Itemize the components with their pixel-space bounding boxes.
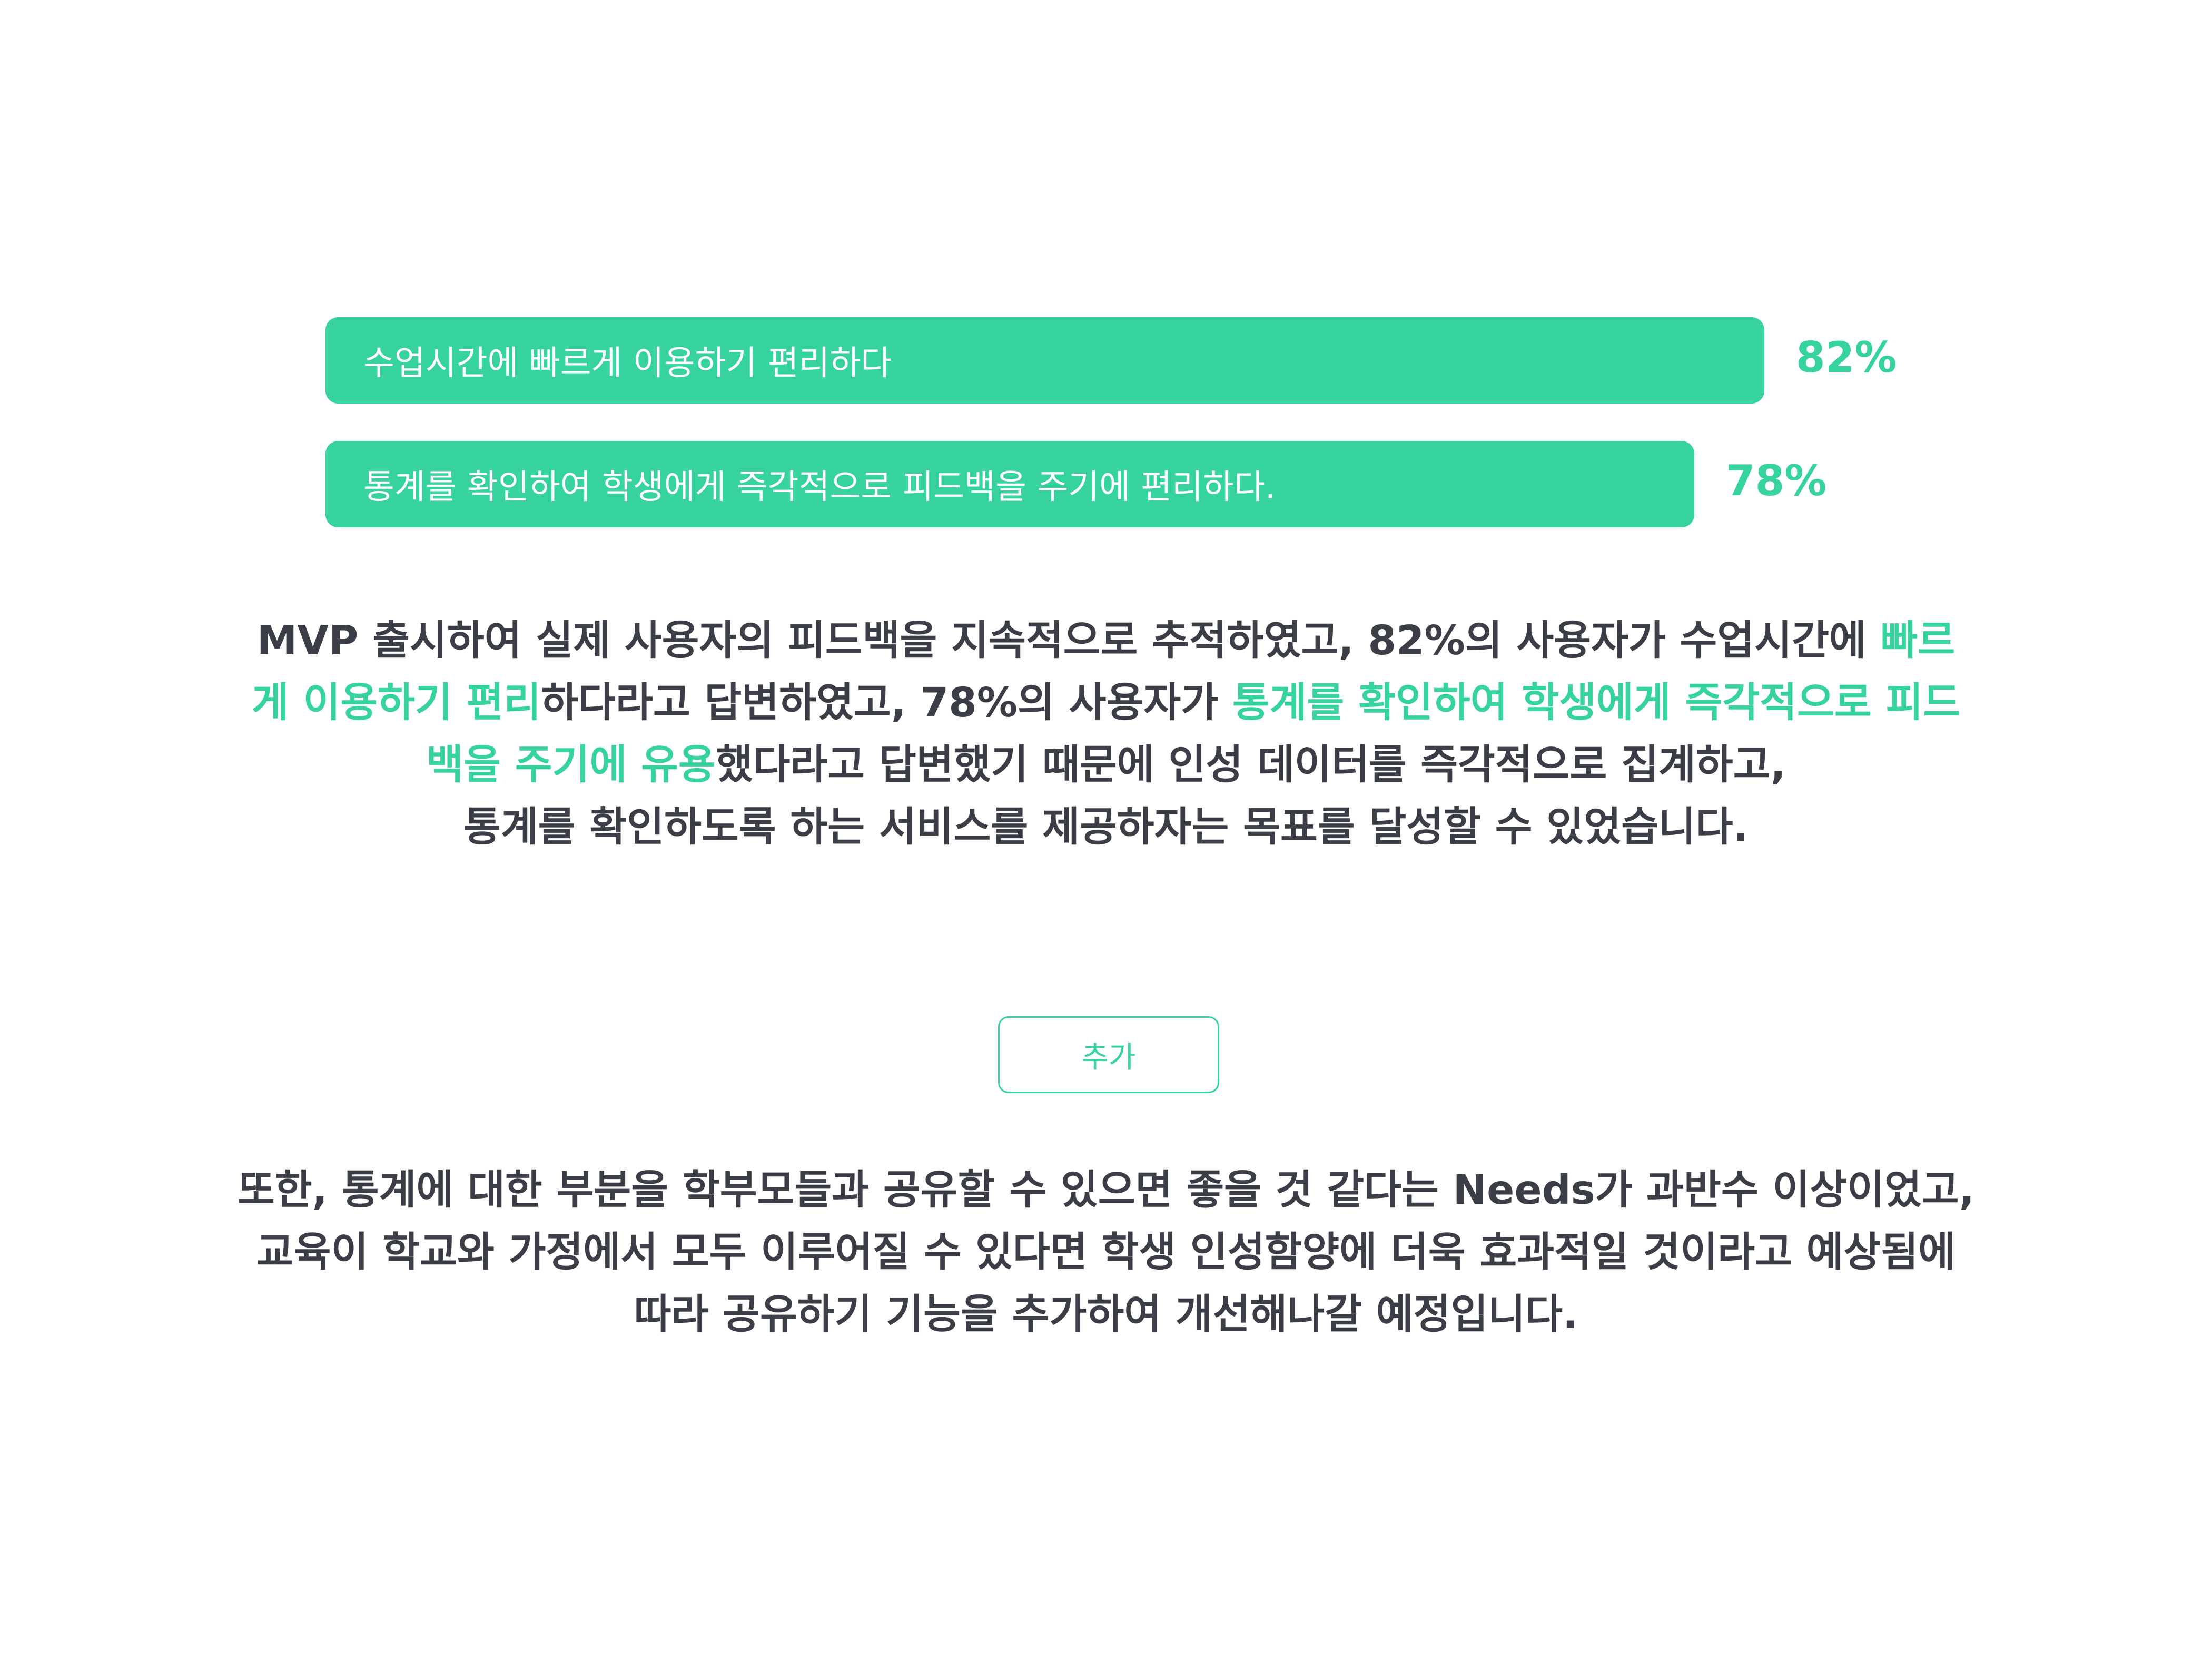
stat-bar-1-label: 수업시간에 빠르게 이용하기 편리하다: [363, 344, 892, 383]
add-button[interactable]: 추가: [998, 1016, 1219, 1093]
summary-line: 통계를 확인하도록 하는 서비스를 제공하자는 목표를 달성할 수 있었습니다.: [158, 797, 2054, 859]
body-text: 통계를 확인하도록 하는 서비스를 제공하자는 목표를 달성할 수 있었습니다.: [463, 804, 1749, 851]
followup-line: 교육이 학교와 가정에서 모두 이루어질 수 있다면 학생 인성함양에 더욱 효…: [256, 1229, 1956, 1276]
followup-line: 또한, 통계에 대한 부분을 학부모들과 공유할 수 있으면 좋을 것 같다는 …: [238, 1167, 1974, 1214]
summary-paragraph: MVP 출시하여 실제 사용자의 피드백을 지속적으로 추적하였고, 82%의 …: [158, 610, 2054, 859]
stat-bar-1: 수업시간에 빠르게 이용하기 편리하다: [325, 317, 1764, 404]
highlight-text: 빠르: [1880, 617, 1956, 664]
highlight-text: 통계를 확인하여 학생에게 즉각적으로 피드: [1232, 680, 1961, 726]
summary-line: MVP 출시하여 실제 사용자의 피드백을 지속적으로 추적하였고, 82%의 …: [158, 610, 2054, 672]
body-text: 하다라고 답변하였고, 78%의 사용자가: [541, 680, 1232, 726]
followup-paragraph: 또한, 통계에 대한 부분을 학부모들과 공유할 수 있으면 좋을 것 같다는 …: [158, 1160, 2054, 1346]
body-text: MVP 출시하여 실제 사용자의 피드백을 지속적으로 추적하였고, 82%의 …: [256, 617, 1881, 664]
stat-bar-2-label: 통계를 확인하여 학생에게 즉각적으로 피드백을 주기에 편리하다.: [363, 468, 1276, 507]
stat-percentage-2: 78%: [1726, 456, 1827, 505]
stat-bar-2: 통계를 확인하여 학생에게 즉각적으로 피드백을 주기에 편리하다.: [325, 441, 1694, 527]
stat-percentage-1: 82%: [1796, 333, 1897, 382]
summary-line: 게 이용하기 편리하다라고 답변하였고, 78%의 사용자가 통계를 확인하여 …: [158, 672, 2054, 734]
followup-line: 따라 공유하기 기능을 추가하여 개선해나갈 예정입니다.: [634, 1291, 1578, 1338]
highlight-text: 게 이용하기 편리: [251, 680, 541, 726]
body-text: 했다라고 답변했기 때문에 인성 데이터를 즉각적으로 집계하고,: [715, 742, 1786, 789]
highlight-text: 백을 주기에 유용: [426, 742, 716, 789]
summary-line: 백을 주기에 유용했다라고 답변했기 때문에 인성 데이터를 즉각적으로 집계하…: [158, 734, 2054, 797]
